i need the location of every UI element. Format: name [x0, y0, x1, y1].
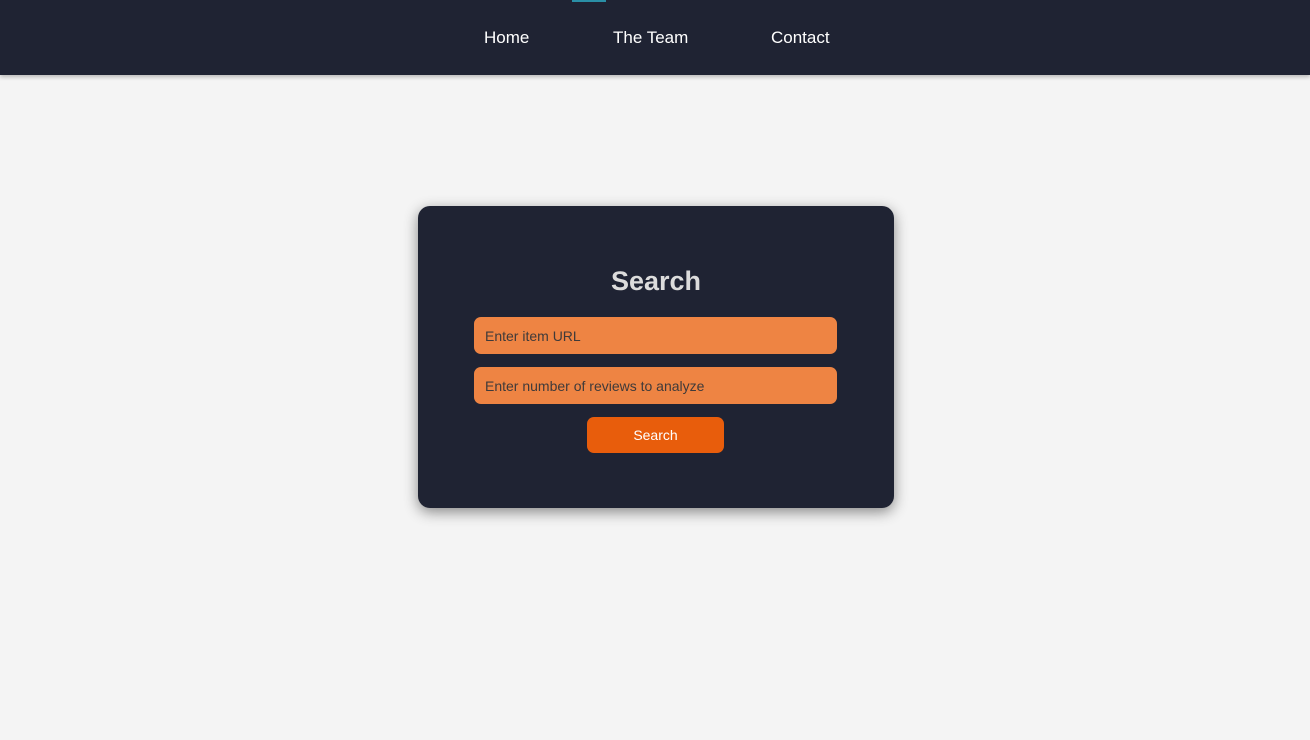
search-button[interactable]: Search	[587, 417, 724, 453]
search-card: Search Search	[418, 206, 894, 508]
top-navbar: Home The Team Contact	[0, 0, 1310, 75]
item-url-input[interactable]	[474, 317, 837, 354]
nav-accent-bar	[572, 0, 606, 2]
nav-link-the-team[interactable]: The Team	[613, 27, 688, 49]
review-count-input[interactable]	[474, 367, 837, 404]
nav-link-contact[interactable]: Contact	[771, 27, 830, 49]
search-card-title: Search	[610, 266, 702, 296]
nav-link-home[interactable]: Home	[484, 27, 529, 49]
